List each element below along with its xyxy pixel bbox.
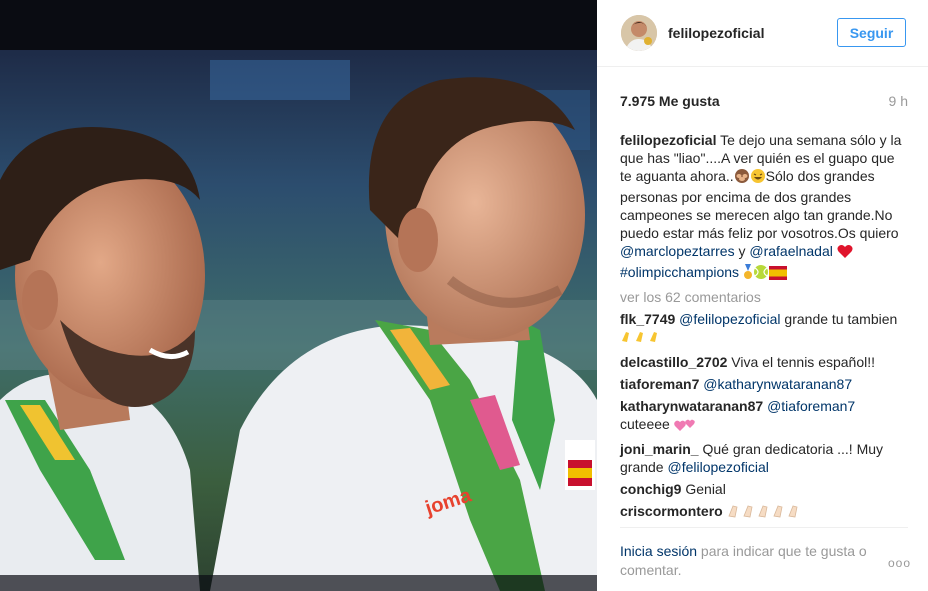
post-side-panel: felilopezoficial Seguir 7.975 Me gusta 9… <box>597 0 928 591</box>
likes-row: 7.975 Me gusta 9 h <box>620 93 908 111</box>
smile-emoji-icon <box>750 168 766 188</box>
comment-user[interactable]: joni_marin_ <box>620 441 699 457</box>
comment-mention[interactable]: @tiaforeman7 <box>767 398 855 414</box>
comment-user[interactable]: tiaforeman7 <box>620 376 699 392</box>
likes-count[interactable]: 7.975 Me gusta <box>620 93 720 109</box>
caption-user[interactable]: felilopezoficial <box>620 132 716 148</box>
comment-item: flk_7749 @felilopezoficial grande tu tam… <box>620 310 908 349</box>
heart-emoji-icon <box>837 244 853 263</box>
spain-flag-emoji-icon <box>768 266 787 284</box>
caption-conj: y <box>734 243 750 259</box>
hearts-emoji-icon <box>673 418 696 436</box>
clap-emoji-icon <box>727 503 805 523</box>
clap-emoji-icon <box>620 329 664 349</box>
caption: felilopezoficial Te dejo una semana sólo… <box>620 131 908 284</box>
comment-item: conchig9 Genial <box>620 480 908 498</box>
post-photo: joma <box>0 0 597 591</box>
comment-item: joni_marin_ Qué gran dedicatoria ...! Mu… <box>620 440 908 476</box>
caption-hashtag[interactable]: #olimpicchampions <box>620 264 739 280</box>
comment-item: delcastillo_2702 Viva el tennis español!… <box>620 353 908 371</box>
post-time[interactable]: 9 h <box>889 93 908 109</box>
post-header: felilopezoficial Seguir <box>597 0 928 67</box>
comment-item: criscormontero <box>620 502 908 523</box>
medal-emoji-icon <box>743 264 753 284</box>
caption-mention-rafaelnadal[interactable]: @rafaelnadal <box>749 243 833 259</box>
comment-item: tiaforeman7 @katharynwataranan87 <box>620 375 908 393</box>
post-username[interactable]: felilopezoficial <box>668 25 764 41</box>
post-footer: Inicia sesión para indicar que te gusta … <box>620 527 911 580</box>
comments-list: felilopezoficial Te dejo una semana sólo… <box>620 131 908 527</box>
comment-text: Viva el tennis español!! <box>727 354 876 370</box>
view-all-comments[interactable]: ver los 62 comentarios <box>620 288 908 306</box>
comment-mention[interactable]: @felilopezoficial <box>667 459 768 475</box>
caption-mention-marclopeztarres[interactable]: @marclopeztarres <box>620 243 735 259</box>
comment-item: katharynwataranan87 @tiaforeman7 cuteeee <box>620 397 908 436</box>
tv-screen-photo: joma <box>0 0 597 591</box>
comment-user[interactable]: flk_7749 <box>620 311 675 327</box>
comment-user[interactable]: katharynwataranan87 <box>620 398 763 414</box>
login-link[interactable]: Inicia sesión <box>620 543 697 559</box>
comment-text: cuteeee <box>620 416 674 432</box>
comment-text: grande tu tambien <box>780 311 898 327</box>
comment-mention[interactable]: @felilopezoficial <box>679 311 780 327</box>
comment-user[interactable]: conchig9 <box>620 481 681 497</box>
monkey-emoji-icon <box>734 168 750 188</box>
more-options-icon[interactable]: ooo <box>888 554 911 573</box>
comment-user[interactable]: delcastillo_2702 <box>620 354 727 370</box>
avatar[interactable] <box>621 15 657 51</box>
comment-text: Genial <box>681 481 726 497</box>
follow-button[interactable]: Seguir <box>837 18 906 47</box>
comment-mention[interactable]: @katharynwataranan87 <box>703 376 852 392</box>
comment-user[interactable]: criscormontero <box>620 503 723 519</box>
tennis-ball-emoji-icon <box>753 264 769 284</box>
